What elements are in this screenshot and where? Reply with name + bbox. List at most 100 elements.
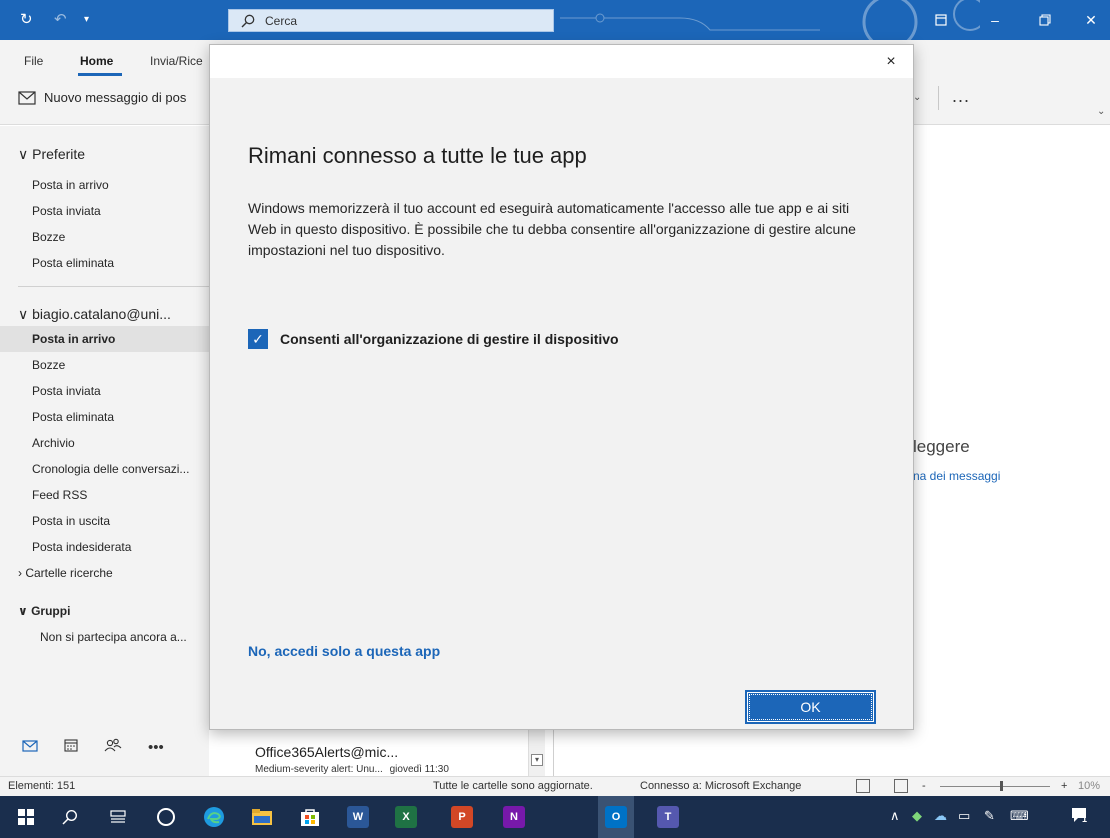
dialog-titlebar: × <box>210 45 913 78</box>
folder-item-junk[interactable]: Posta indesiderata <box>0 534 209 560</box>
start-icon[interactable] <box>12 803 40 831</box>
search-label: Cerca <box>265 13 298 28</box>
mail-icon <box>18 90 36 105</box>
folder-item-search-folders[interactable]: › Cartelle ricerche <box>0 560 209 586</box>
message-list-scrollbar[interactable]: ▾ <box>528 730 545 776</box>
teams-icon[interactable]: T <box>654 803 682 831</box>
minimize-icon[interactable]: – <box>972 0 1018 40</box>
connection-status[interactable]: Connesso a: Microsoft Exchange <box>640 780 801 792</box>
customize-icon[interactable]: ▾ <box>84 10 89 30</box>
zoom-slider[interactable] <box>940 786 1050 787</box>
groups-header[interactable]: ∨ Gruppi <box>18 604 70 618</box>
dialog-description: Windows memorizzerà il tuo account ed es… <box>248 200 856 258</box>
status-bar: Elementi: 151 Tutte le cartelle sono agg… <box>0 776 1110 796</box>
new-message-label: Nuovo messaggio di pos <box>44 90 187 105</box>
tab-send-receive[interactable]: Invia/Rice <box>150 54 203 68</box>
folder-item-inbox[interactable]: Posta in arrivo <box>0 326 209 352</box>
ok-button[interactable]: OK <box>745 690 876 724</box>
search-icon <box>241 14 255 27</box>
more-modules-icon[interactable]: ••• <box>148 739 164 756</box>
chevron-right-icon: › <box>18 566 22 580</box>
pen-icon[interactable]: ✎ <box>984 808 995 824</box>
powerpoint-icon[interactable]: P <box>448 803 476 831</box>
normal-view-icon[interactable] <box>856 779 870 793</box>
sync-icon[interactable]: ↻ <box>20 10 33 30</box>
reading-pane-link[interactable]: na dei messaggi <box>913 469 1000 483</box>
scroll-down-icon[interactable]: ▾ <box>531 754 543 766</box>
cortana-icon[interactable] <box>152 803 180 831</box>
close-icon[interactable]: ✕ <box>1068 0 1110 40</box>
module-switcher: ••• <box>0 722 209 772</box>
chevron-down-icon: ∨ <box>18 306 29 322</box>
reading-pane-message: leggere <box>913 437 970 456</box>
folder-item-outbox[interactable]: Posta in uscita <box>0 508 209 534</box>
folder-item-favorites-deleted[interactable]: Posta eliminata <box>0 250 209 276</box>
groups-empty-text: Non si partecipa ancora a... <box>40 630 187 644</box>
restore-window-icon[interactable] <box>918 0 964 40</box>
pane-divider <box>553 730 554 776</box>
chevron-down-icon: ∨ <box>18 604 28 618</box>
zoom-slider-thumb[interactable] <box>1000 781 1003 791</box>
file-explorer-icon[interactable] <box>248 803 276 831</box>
security-icon[interactable]: ◆ <box>912 808 922 824</box>
notification-count: 1 <box>1082 814 1088 824</box>
zoom-level[interactable]: 10% <box>1078 780 1100 792</box>
keyboard-icon[interactable]: ⌨ <box>1010 808 1029 824</box>
folder-item-favorites-drafts[interactable]: Bozze <box>0 224 209 250</box>
tab-home[interactable]: Home <box>80 54 113 68</box>
outlook-icon[interactable]: O <box>602 803 630 831</box>
word-icon[interactable]: W <box>344 803 372 831</box>
account-header[interactable]: ∨ biagio.catalano@uni... <box>18 306 171 323</box>
folder-item-sent[interactable]: Posta inviata <box>0 378 209 404</box>
manage-device-checkbox[interactable]: ✓ Consenti all'organizzazione di gestire… <box>248 329 619 349</box>
folder-item-conversation-history[interactable]: Cronologia delle conversazi... <box>0 456 209 482</box>
nav-divider <box>18 286 209 287</box>
folder-item-favorites-inbox[interactable]: Posta in arrivo <box>0 172 209 198</box>
people-icon[interactable] <box>104 738 122 756</box>
edge-icon[interactable] <box>200 803 228 831</box>
onedrive-icon[interactable]: ☁ <box>934 808 947 824</box>
maximize-icon[interactable] <box>1022 0 1068 40</box>
reading-view-icon[interactable] <box>894 779 908 793</box>
item-count: Elementi: 151 <box>8 780 76 792</box>
folder-item-drafts[interactable]: Bozze <box>0 352 209 378</box>
tab-file[interactable]: File <box>24 54 43 68</box>
new-message-button[interactable]: Nuovo messaggio di pos <box>18 90 186 105</box>
active-tab-indicator <box>78 73 122 76</box>
undo-icon[interactable]: ↶ <box>54 10 67 30</box>
sync-status: Tutte le cartelle sono aggiornate. <box>433 780 593 792</box>
excel-icon[interactable]: X <box>392 803 420 831</box>
message-subject: Medium-severity alert: Unu... <box>255 764 383 775</box>
folder-item-archive[interactable]: Archivio <box>0 430 209 456</box>
dialog-close-button[interactable]: × <box>880 51 902 73</box>
message-list-item[interactable]: Office365Alerts@mic... Medium-severity a… <box>240 730 540 776</box>
onenote-icon[interactable]: N <box>500 803 528 831</box>
title-bar: ↻ ↶ ▾ Cerca – ✕ <box>0 0 1110 40</box>
task-view-icon[interactable] <box>104 803 132 831</box>
message-sender: Office365Alerts@mic... <box>255 744 399 760</box>
checkmark-icon[interactable]: ✓ <box>248 329 268 349</box>
tray-overflow-icon[interactable]: ∧ <box>890 808 900 824</box>
folder-item-favorites-sent[interactable]: Posta inviata <box>0 198 209 224</box>
mail-module-icon[interactable] <box>22 739 38 756</box>
network-icon[interactable]: ▭ <box>958 808 970 824</box>
store-icon[interactable] <box>296 803 324 831</box>
folder-item-deleted[interactable]: Posta eliminata <box>0 404 209 430</box>
notification-center-icon[interactable]: 1 <box>1070 806 1092 828</box>
calendar-icon[interactable] <box>64 738 78 756</box>
ribbon-expand-icon[interactable]: ⌄ <box>1097 106 1105 117</box>
ribbon-divider <box>938 86 939 110</box>
manage-device-label[interactable]: Consenti all'organizzazione di gestire i… <box>280 331 619 347</box>
zoom-in-button[interactable]: + <box>1061 780 1067 792</box>
this-app-only-link[interactable]: No, accedi solo a questa app <box>248 643 440 659</box>
more-options-button[interactable]: ... <box>952 86 970 107</box>
search-box[interactable]: Cerca <box>228 9 554 32</box>
chevron-down-icon[interactable]: ⌄ <box>913 92 921 103</box>
taskbar-search-icon[interactable] <box>56 803 84 831</box>
favorites-header[interactable]: ∨ Preferite <box>18 146 85 163</box>
dialog-title: Rimani connesso a tutte le tue app <box>248 143 587 168</box>
folder-item-rss-feeds[interactable]: Feed RSS <box>0 482 209 508</box>
background-pattern <box>560 0 980 40</box>
account-dialog: × Rimani connesso a tutte le tue app Win… <box>209 44 914 730</box>
zoom-out-button[interactable]: - <box>922 780 926 792</box>
